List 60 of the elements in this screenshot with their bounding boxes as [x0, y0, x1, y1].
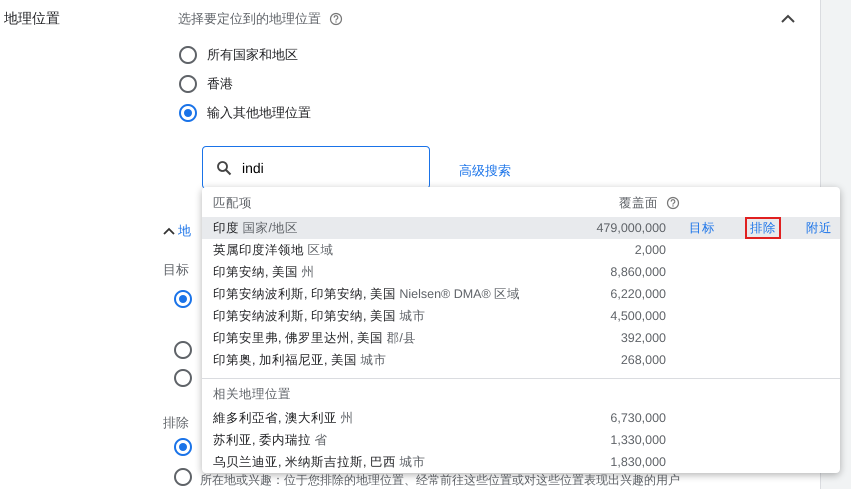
- radio-button[interactable]: [174, 341, 192, 359]
- location-action-link[interactable]: 目标: [684, 217, 720, 239]
- chevron-up-icon[interactable]: [780, 14, 796, 24]
- suggestion-row[interactable]: 印第安里弗, 佛罗里达州, 美国 郡/县 392,000: [202, 327, 840, 349]
- suggestion-row[interactable]: 維多利亞省, 澳大利亚 州 6,730,000: [202, 407, 840, 429]
- suggestion-row[interactable]: 乌贝兰迪亚, 米纳斯吉拉斯, 巴西 城市 1,830,000: [202, 451, 840, 473]
- radio-button[interactable]: [174, 438, 192, 456]
- location-action-link[interactable]: 附近: [801, 217, 837, 239]
- location-search-field[interactable]: indi: [202, 146, 430, 189]
- location-name: 印第安纳, 美国 州: [212, 264, 316, 280]
- chevron-up-icon[interactable]: [163, 227, 175, 235]
- column-header: 覆盖面: [619, 194, 658, 212]
- reach-value: 392,000: [620, 331, 666, 345]
- suggestion-row[interactable]: 印第安纳波利斯, 印第安纳, 美国 Nielsen® DMA® 区域 6,220,000: [202, 283, 840, 305]
- location-name: 印第安纳波利斯, 印第安纳, 美国 Nielsen® DMA® 区域: [212, 286, 522, 302]
- location-name: 印度 国家/地区: [212, 220, 299, 236]
- radio-label[interactable]: 所在地或兴趣：位于您排除的地理位置、经常前往这些位置或对这些位置表现出兴趣的用户: [200, 472, 680, 488]
- reach-value: 2,000: [634, 243, 666, 257]
- location-name: 維多利亞省, 澳大利亚 州: [212, 410, 354, 426]
- radio-button[interactable]: [174, 369, 192, 387]
- location-name: 英属印度洋领地 区域: [212, 242, 334, 258]
- section-title: 选择要定位到的地理位置: [178, 10, 321, 28]
- radio-button[interactable]: [179, 104, 197, 122]
- radio-label[interactable]: 香港: [207, 74, 233, 92]
- column-header: 匹配项: [212, 195, 253, 211]
- location-name: 印第安纳波利斯, 印第安纳, 美国 城市: [212, 308, 426, 324]
- reach-value: 6,220,000: [609, 287, 666, 301]
- reach-value: 6,730,000: [609, 411, 666, 425]
- target-label: 目标: [163, 261, 189, 279]
- radio-button[interactable]: [179, 46, 197, 64]
- section-label: 地理位置: [4, 10, 60, 26]
- suggestion-row[interactable]: 印第安纳波利斯, 印第安纳, 美国 城市 4,500,000: [202, 305, 840, 327]
- exclude-label: 排除: [163, 414, 189, 432]
- location-name: 印第安里弗, 佛罗里达州, 美国 郡/县: [212, 330, 417, 346]
- reach-value: 479,000,000: [595, 221, 666, 235]
- suggestion-row[interactable]: 印度 国家/地区 479,000,000 目标 排除 附近: [202, 217, 840, 239]
- radio-label[interactable]: 输入其他地理位置: [207, 104, 311, 122]
- radio-label[interactable]: 所有国家和地区: [207, 46, 298, 64]
- suggestion-row[interactable]: 印第安纳, 美国 州 8,860,000: [202, 261, 840, 283]
- help-icon[interactable]: [329, 12, 343, 26]
- location-name: 印第奥, 加利福尼亚, 美国 城市: [212, 352, 388, 368]
- reach-value: 4,500,000: [609, 309, 666, 323]
- help-icon[interactable]: [666, 196, 680, 210]
- reach-value: 8,860,000: [609, 265, 666, 279]
- reach-value: 1,830,000: [609, 455, 666, 469]
- radio-button[interactable]: [179, 74, 197, 92]
- suggestion-row[interactable]: 苏利亚, 委内瑞拉 省 1,330,000: [202, 429, 840, 451]
- suggestion-row[interactable]: 印第奥, 加利福尼亚, 美国 城市 268,000: [202, 349, 840, 371]
- reach-value: 268,000: [620, 353, 666, 367]
- search-icon: [216, 160, 232, 176]
- suggestion-row[interactable]: 英属印度洋领地 区域 2,000: [202, 239, 840, 261]
- radio-button[interactable]: [174, 290, 192, 308]
- related-heading: 相关地理位置: [212, 386, 292, 403]
- advanced-search-link[interactable]: 高级搜索: [459, 162, 511, 180]
- location-action-link[interactable]: 排除: [745, 217, 781, 239]
- location-name: 乌贝兰迪亚, 米纳斯吉拉斯, 巴西 城市: [212, 454, 426, 470]
- section-toggle-label[interactable]: 地: [178, 222, 191, 240]
- reach-value: 1,330,000: [609, 433, 666, 447]
- radio-button[interactable]: [174, 468, 192, 486]
- location-name: 苏利亚, 委内瑞拉 省: [212, 432, 328, 448]
